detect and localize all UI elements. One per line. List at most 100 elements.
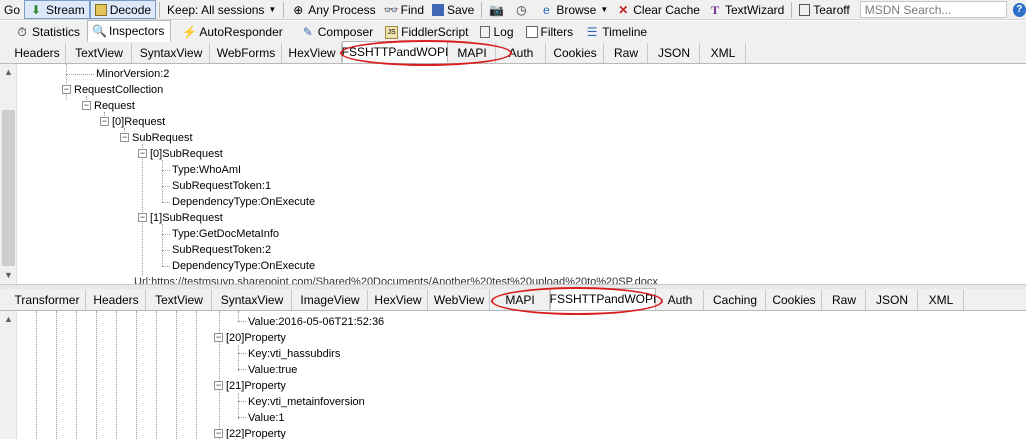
collapse-icon[interactable]: − [214,428,223,438]
crosshair-icon: ⊕ [293,2,304,17]
resp-tab-mapi[interactable]: MAPI [490,290,550,310]
tab-statistics-label: Statistics [32,25,81,39]
browse-button[interactable]: e Browse ▼ [535,0,612,20]
tab-statistics[interactable]: ⏱ Statistics [10,22,87,42]
decode-button[interactable]: Decode [89,0,157,19]
tree-node-value-1[interactable]: Value:1 [248,410,285,426]
resp-tab-caching[interactable]: Caching [704,290,766,310]
tree-node-key-hassubdirs[interactable]: Key:vti_hassubdirs [248,346,340,362]
resp-tab-xml[interactable]: XML [918,290,964,310]
tree-node-subrequest-1[interactable]: − [1]SubRequest [138,210,223,226]
tree-node-property-20[interactable]: − [20]Property [214,330,286,346]
go-button[interactable]: Go [0,0,24,20]
req-tab-textview[interactable]: TextView [66,43,132,63]
tree-guide [36,311,37,439]
collapse-icon[interactable]: − [82,100,91,110]
timeline-icon: ☰ [586,25,598,39]
req-tab-raw[interactable]: Raw [604,43,648,63]
tree-node-key-metainfo[interactable]: Key:vti_metainfoversion [248,394,365,410]
req-tab-json[interactable]: JSON [648,43,700,63]
scroll-up-icon[interactable]: ▲ [0,64,17,81]
tree-node-url[interactable]: Url:https://testmsuyp.sharepoint.com/Sha… [134,274,658,284]
scroll-down-icon[interactable]: ▼ [0,267,17,284]
resp-tab-hexview[interactable]: HexView [368,290,428,310]
tab-log[interactable]: Log [475,22,520,42]
collapse-icon[interactable]: − [120,132,129,142]
tree-node-label: Type:GetDocMetaInfo [172,228,279,240]
collapse-icon[interactable]: − [100,116,109,126]
tree-node-type-getdoc[interactable]: Type:GetDocMetaInfo [172,226,279,242]
tree-node-label: [1]SubRequest [150,212,223,224]
scrollbar-thumb[interactable] [2,110,15,266]
collapse-icon[interactable]: − [62,84,71,94]
collapse-icon[interactable]: − [214,380,223,390]
tree-node-request-collection[interactable]: − RequestCollection [62,82,163,98]
resp-tab-raw[interactable]: Raw [822,290,866,310]
tree-node-minor-version[interactable]: MinorVersion:2 [96,66,169,82]
resp-tab-fsshttpandwopi[interactable]: FSSHTTPandWOPI [550,288,656,310]
tree-node-type-whoami[interactable]: Type:WhoAmI [172,162,241,178]
resp-tab-transformer[interactable]: Transformer [8,290,86,310]
resp-tab-syntaxview[interactable]: SyntaxView [212,290,292,310]
tab-fiddlerscript[interactable]: JS FiddlerScript [380,22,475,42]
resp-tab-cookies[interactable]: Cookies [766,290,822,310]
resp-tab-headers[interactable]: Headers [86,290,146,310]
tree-node-token-2[interactable]: SubRequestToken:2 [172,242,271,258]
log-icon [480,26,491,38]
tree-node-value-date[interactable]: Value:2016-05-06T21:52:36 [248,314,384,330]
req-tab-fsshttpandwopi[interactable]: FSSHTTPandWOPI [342,41,448,63]
textwizard-button[interactable]: T TextWizard [704,0,788,20]
tab-timeline[interactable]: ☰ Timeline [580,22,654,42]
req-tab-xml[interactable]: XML [700,43,746,63]
tree-node-token-1[interactable]: SubRequestToken:1 [172,178,271,194]
response-vertical-scrollbar[interactable]: ▲ [0,311,17,439]
resp-tab-imageview[interactable]: ImageView [292,290,368,310]
clock-icon: ◷ [516,2,527,17]
tree-node-request[interactable]: − Request [82,98,135,114]
tree-node-subrequest[interactable]: − SubRequest [120,130,193,146]
req-tab-cookies[interactable]: Cookies [546,43,604,63]
collapse-icon[interactable]: − [138,212,147,222]
find-button[interactable]: 👓 Find [380,0,428,20]
tab-autoresponder[interactable]: ⚡ AutoResponder [177,22,289,42]
response-tree-view[interactable]: ▲ Value:2016-05-06T21:52:36 − [20]Propert… [0,311,1026,439]
tearoff-button[interactable]: Tearoff [795,0,853,20]
resp-tab-auth[interactable]: Auth [656,290,704,310]
req-tab-auth[interactable]: Auth [496,43,546,63]
tree-node-value-true[interactable]: Value:true [248,362,297,378]
screenshot-button[interactable]: 📷 [485,0,510,20]
tree-node-subrequest-0[interactable]: − [0]SubRequest [138,146,223,162]
clear-cache-button[interactable]: ✕ Clear Cache [612,0,704,20]
any-process-button[interactable]: ⊕ Any Process [287,0,379,20]
collapse-icon[interactable]: − [138,148,147,158]
scroll-up-icon[interactable]: ▲ [0,311,17,328]
tree-node-property-21[interactable]: − [21]Property [214,378,286,394]
help-icon[interactable]: ? [1012,2,1026,17]
req-tab-headers[interactable]: Headers [8,43,66,63]
timer-button[interactable]: ◷ [510,0,535,20]
tree-node-dependency-2[interactable]: DependencyType:OnExecute [172,258,315,274]
tree-node-dependency-1[interactable]: DependencyType:OnExecute [172,194,315,210]
tree-node-property-22[interactable]: − [22]Property [214,426,286,439]
resp-tab-webview[interactable]: WebView [428,290,490,310]
resp-tab-json[interactable]: JSON [866,290,918,310]
req-tab-mapi[interactable]: MAPI [448,43,496,63]
tree-node-request-0[interactable]: − [0]Request [100,114,165,130]
req-tab-hexview[interactable]: HexView [282,43,342,63]
resp-tab-textview[interactable]: TextView [146,290,212,310]
request-tree-view[interactable]: ▲ ▼ MinorVersion:2 − RequestCollection − R… [0,64,1026,284]
tab-inspectors[interactable]: 🔍 Inspectors [87,20,172,42]
keep-sessions-dropdown[interactable]: Keep: All sessions ▼ [163,0,280,20]
tab-composer[interactable]: ✎ Composer [296,22,380,42]
request-vertical-scrollbar[interactable]: ▲ ▼ [0,64,17,284]
req-tab-webforms[interactable]: WebForms [210,43,282,63]
tree-node-label: Key:vti_hassubdirs [248,348,341,360]
collapse-icon[interactable]: − [214,332,223,342]
stream-button[interactable]: ⬇ Stream [24,0,90,19]
tree-node-label: RequestCollection [74,84,164,96]
req-tab-syntaxview[interactable]: SyntaxView [132,43,210,63]
msdn-search-input[interactable]: MSDN Search... [859,1,1007,18]
tree-guide [116,311,117,439]
tab-filters[interactable]: Filters [521,22,581,42]
save-button[interactable]: Save [428,0,478,20]
